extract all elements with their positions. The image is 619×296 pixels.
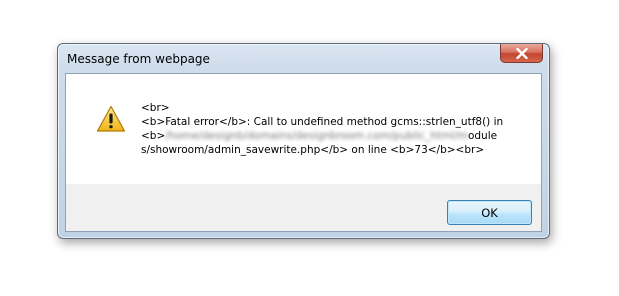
path-suffix: odule bbox=[467, 130, 498, 142]
message-area: <br> <b>Fatal error</b>: Call to undefin… bbox=[66, 74, 541, 184]
warning-icon bbox=[96, 105, 126, 132]
message-line: <b>Fatal error</b>: Call to undefined me… bbox=[141, 116, 504, 128]
alert-dialog: Message from webpage <br> <b>Fatal error… bbox=[57, 43, 550, 239]
close-icon bbox=[515, 47, 528, 59]
message-line-path: <b>/home/designb/domains/designbroom.com… bbox=[141, 129, 536, 143]
title-bar[interactable]: Message from webpage bbox=[58, 44, 549, 73]
error-message: <br> <b>Fatal error</b>: Call to undefin… bbox=[141, 101, 536, 157]
dialog-title: Message from webpage bbox=[67, 52, 210, 66]
message-line: s/showroom/admin_savewrite.php</b> on li… bbox=[141, 144, 485, 156]
message-line: <br> bbox=[141, 102, 170, 114]
path-prefix: <b> bbox=[141, 130, 166, 142]
close-button[interactable] bbox=[500, 44, 543, 63]
redacted-path: /home/designb/domains/designbroom.com/pu… bbox=[165, 130, 468, 142]
ok-button[interactable]: OK bbox=[447, 200, 532, 225]
dialog-body: <br> <b>Fatal error</b>: Call to undefin… bbox=[65, 73, 542, 232]
